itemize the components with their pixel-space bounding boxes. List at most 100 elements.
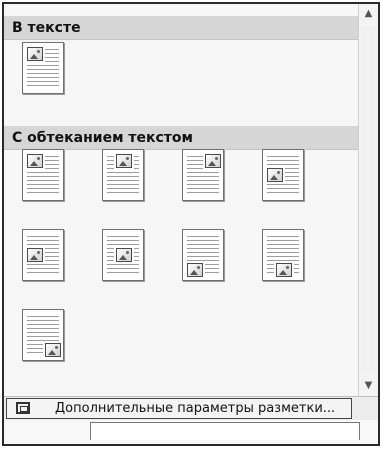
text-line <box>107 164 114 165</box>
wrap-middle-center[interactable] <box>102 229 144 281</box>
text-line <box>187 172 219 173</box>
text-line <box>45 248 59 249</box>
text-line <box>45 49 59 50</box>
scroll-down-arrow-icon[interactable]: ▼ <box>359 376 378 396</box>
text-line <box>267 268 274 269</box>
text-line <box>107 268 139 269</box>
text-line <box>27 77 59 78</box>
text-line <box>187 176 219 177</box>
page-preview <box>22 229 64 281</box>
text-line <box>27 85 59 86</box>
page-preview <box>102 149 144 201</box>
text-line <box>205 272 219 273</box>
wrap-bottom-left[interactable] <box>182 229 224 281</box>
text-line <box>107 248 114 249</box>
wrap-bottom-center[interactable] <box>262 229 304 281</box>
text-line <box>107 172 139 173</box>
text-line <box>107 240 139 241</box>
scrollbar-track[interactable] <box>361 26 375 372</box>
section-header-inline: В тексте <box>4 16 358 40</box>
text-line <box>294 264 299 265</box>
text-line <box>107 168 114 169</box>
text-line <box>27 172 59 173</box>
text-line <box>187 244 219 245</box>
text-line <box>27 69 59 70</box>
gallery-content: В тексте С обтеканием текстом <box>4 4 358 396</box>
wrap-top-right[interactable] <box>182 149 224 201</box>
text-line <box>27 244 59 245</box>
text-line <box>187 252 219 253</box>
text-line <box>107 272 139 273</box>
text-line <box>267 272 274 273</box>
picture-icon <box>187 263 203 277</box>
text-line <box>134 156 139 157</box>
text-line <box>45 57 59 58</box>
text-line <box>294 268 299 269</box>
text-line <box>187 180 219 181</box>
page-preview <box>262 149 304 201</box>
text-line <box>45 256 59 257</box>
page-preview <box>182 229 224 281</box>
text-line <box>134 256 139 257</box>
text-line <box>187 260 219 261</box>
text-line <box>107 260 114 261</box>
page-preview <box>182 149 224 201</box>
text-line <box>45 252 59 253</box>
bottom-tab <box>90 422 360 440</box>
text-line <box>27 184 59 185</box>
text-line <box>187 256 219 257</box>
section-header-wrap: С обтеканием текстом <box>4 126 358 150</box>
gallery-footer: Дополнительные параметры разметки... <box>4 396 378 420</box>
wrap-top-left[interactable] <box>22 149 64 201</box>
text-line <box>27 180 59 181</box>
bottom-strip <box>4 420 378 444</box>
wrap-top-center[interactable] <box>102 149 144 201</box>
gallery-scrollbar[interactable]: ▲ ▼ <box>358 4 378 396</box>
wrap-middle-left-2[interactable] <box>22 229 64 281</box>
text-line <box>267 264 274 265</box>
more-layout-options-button[interactable]: Дополнительные параметры разметки... <box>6 398 352 419</box>
text-line <box>267 240 299 241</box>
text-line <box>27 236 59 237</box>
picture-icon <box>116 248 132 262</box>
text-line <box>267 260 299 261</box>
text-line <box>27 344 43 345</box>
text-line <box>267 236 299 237</box>
position-gallery-panel: В тексте С обтеканием текстом ▲ ▼ Дополн… <box>2 2 380 446</box>
text-line <box>267 164 299 165</box>
text-line <box>285 172 299 173</box>
page-preview <box>22 149 64 201</box>
text-line <box>27 320 59 321</box>
wrap-bottom-right[interactable] <box>22 309 64 361</box>
text-line <box>134 164 139 165</box>
text-line <box>45 160 59 161</box>
text-line <box>107 236 139 237</box>
text-line <box>45 156 59 157</box>
scroll-up-arrow-icon[interactable]: ▲ <box>359 4 378 24</box>
text-line <box>45 260 59 261</box>
text-line <box>187 184 219 185</box>
text-line <box>267 192 299 193</box>
picture-icon <box>27 248 43 262</box>
text-line <box>107 264 139 265</box>
page-preview <box>102 229 144 281</box>
text-line <box>27 352 43 353</box>
text-line <box>27 73 59 74</box>
wrap-middle-left[interactable] <box>262 149 304 201</box>
text-line <box>134 248 139 249</box>
page-preview <box>22 309 64 361</box>
text-line <box>285 168 299 169</box>
picture-icon <box>205 154 221 168</box>
text-line <box>27 268 59 269</box>
text-line <box>27 336 59 337</box>
text-line <box>187 188 219 189</box>
text-line <box>27 81 59 82</box>
text-line <box>285 180 299 181</box>
text-line <box>187 168 203 169</box>
text-line <box>134 260 139 261</box>
text-line <box>187 156 203 157</box>
text-line <box>27 340 59 341</box>
text-line <box>267 156 299 157</box>
inline-position-thumbnail[interactable] <box>22 42 64 94</box>
more-layout-options-label: Дополнительные параметры разметки... <box>55 401 336 416</box>
